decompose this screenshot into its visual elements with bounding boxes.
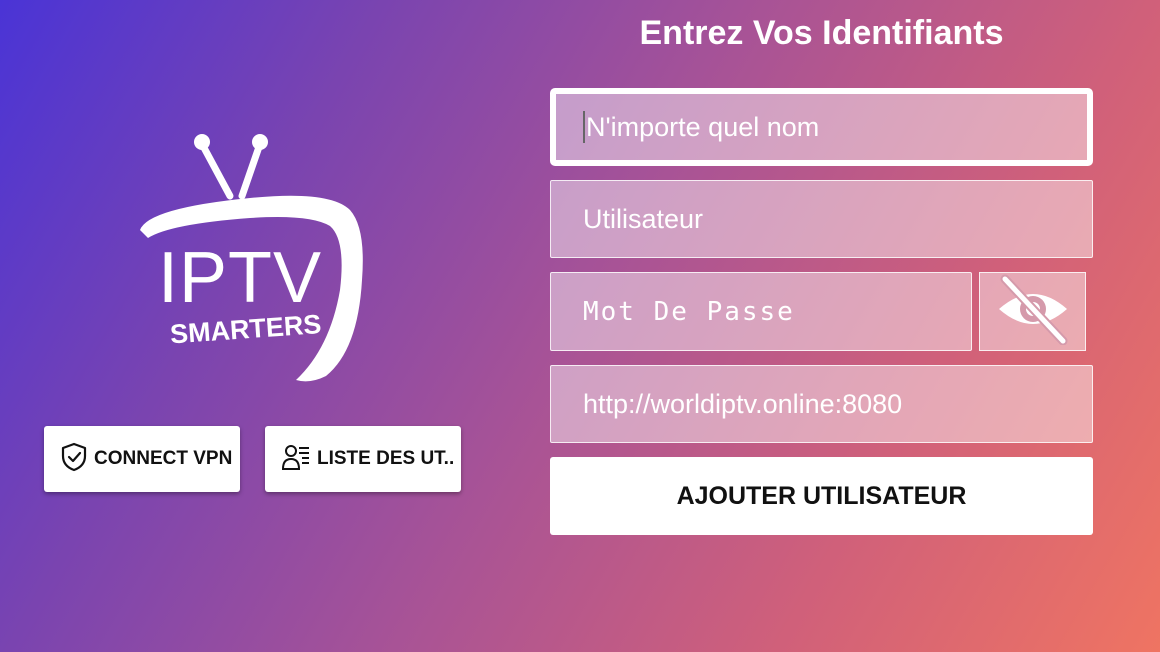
iptv-smarters-logo: IPTV SMARTERS	[130, 130, 380, 390]
password-placeholder: Mot De Passe	[583, 296, 795, 327]
text-caret	[583, 111, 585, 143]
connect-vpn-label: CONNECT VPN	[94, 448, 233, 469]
add-user-button[interactable]: AJOUTER UTILISATEUR	[550, 457, 1093, 535]
username-placeholder: Utilisateur	[583, 203, 704, 234]
user-list-label: LISTE DES UT..	[317, 448, 455, 469]
user-list-button[interactable]: LISTE DES UT..	[265, 426, 461, 492]
connect-vpn-button[interactable]: CONNECT VPN	[44, 426, 240, 492]
logo-text-iptv: IPTV	[158, 238, 322, 318]
server-url-input[interactable]: http://worldiptv.online:8080	[550, 365, 1093, 443]
eye-off-icon	[995, 273, 1071, 350]
name-input[interactable]: N'importe quel nom	[550, 88, 1093, 166]
name-placeholder: N'importe quel nom	[586, 111, 820, 142]
user-list-icon	[281, 442, 311, 477]
server-url-value: http://worldiptv.online:8080	[583, 388, 903, 419]
password-input[interactable]: Mot De Passe	[550, 272, 972, 351]
shield-check-icon	[60, 442, 88, 477]
toggle-password-visibility-button[interactable]	[979, 272, 1086, 351]
tv-logo-icon: IPTV SMARTERS	[140, 134, 363, 382]
form-title: Entrez Vos Identifiants	[639, 14, 1004, 52]
username-input[interactable]: Utilisateur	[550, 180, 1093, 258]
